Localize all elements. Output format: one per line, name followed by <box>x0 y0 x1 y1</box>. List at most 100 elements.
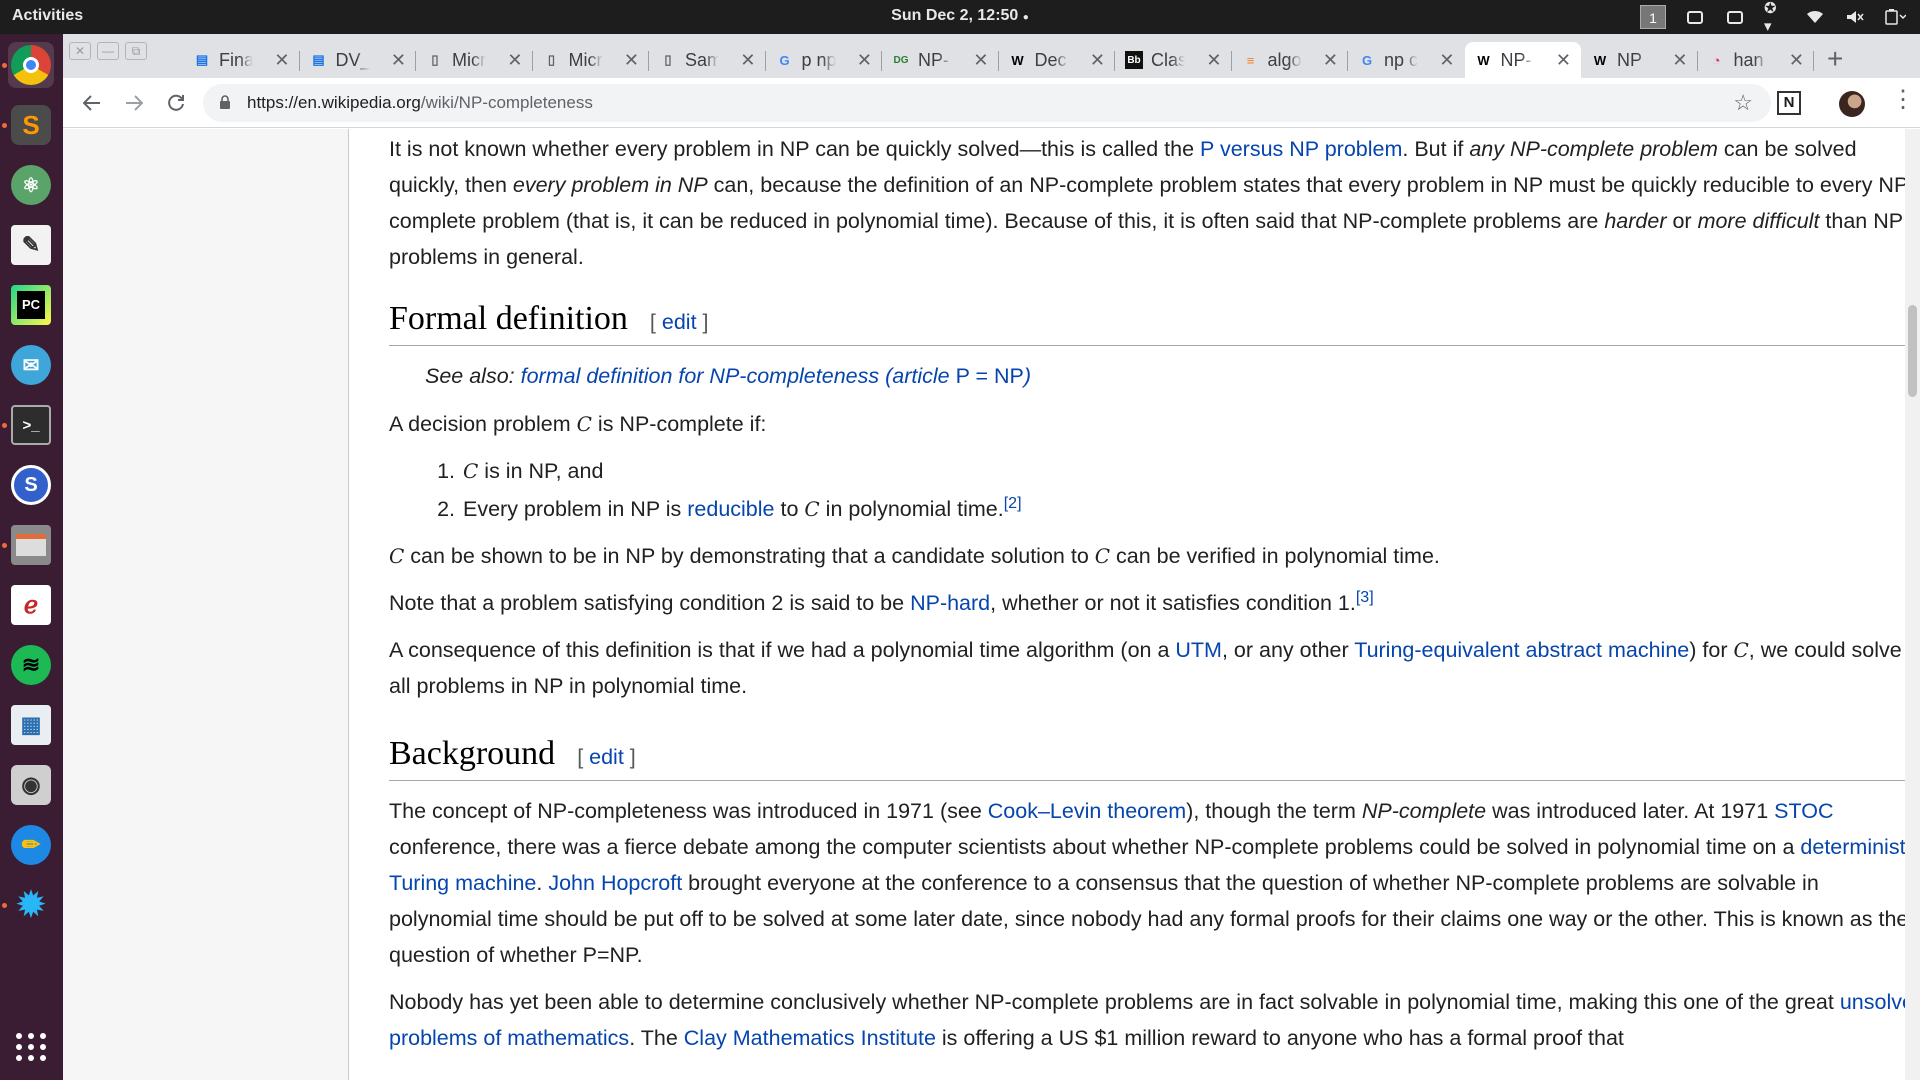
close-tab-icon[interactable]: ✕ <box>391 50 406 71</box>
close-tab-icon[interactable]: ✕ <box>1206 50 1221 71</box>
close-tab-icon[interactable]: ✕ <box>857 50 872 71</box>
doc-favicon-icon: ▯ <box>431 52 439 67</box>
tab-8[interactable]: W Dec ✕ <box>999 42 1115 78</box>
close-tab-icon[interactable]: ✕ <box>1672 50 1687 71</box>
tab-10[interactable]: ≡ algo ✕ <box>1232 42 1348 78</box>
tab-6[interactable]: Gp np ✕ <box>766 42 882 78</box>
drive-icon-2[interactable] <box>1724 7 1746 27</box>
link-clay-institute[interactable]: Clay Mathematics Institute <box>684 1026 936 1050</box>
link-stoc[interactable]: STOC <box>1774 799 1833 823</box>
back-icon[interactable] <box>77 88 107 118</box>
profile-avatar[interactable] <box>1839 91 1865 117</box>
close-tab-icon[interactable]: ✕ <box>1090 50 1105 71</box>
browser-menu-icon[interactable]: ⋮ <box>1891 88 1915 112</box>
close-tab-icon[interactable]: ✕ <box>1556 50 1571 71</box>
drive-icon[interactable] <box>1684 7 1706 27</box>
condition-2: Every problem in NP is reducible to C in… <box>461 491 1920 527</box>
screenshot-icon[interactable]: ◉ <box>8 762 54 808</box>
activities-button[interactable]: Activities <box>12 7 83 25</box>
reference-2[interactable]: [2] <box>1004 495 1022 512</box>
running-indicator <box>2 903 7 908</box>
text-editor-icon[interactable]: ✎ <box>8 222 54 268</box>
address-bar[interactable]: https://en.wikipedia.org/wiki/NP-complet… <box>203 84 1771 122</box>
clock[interactable]: Sun Dec 2, 12:50 <box>891 7 1018 24</box>
simplenote-icon[interactable]: S <box>8 462 54 508</box>
close-tab-icon[interactable]: ✕ <box>507 50 522 71</box>
tab-1[interactable]: ▤ Final ✕ <box>183 42 300 78</box>
forward-icon[interactable] <box>119 88 149 118</box>
close-tab-icon[interactable]: ✕ <box>1789 50 1804 71</box>
link-formal-definition[interactable]: formal definition for NP-completeness (a… <box>521 364 1031 388</box>
accessibility-icon[interactable]: ✪ ▾ <box>1764 0 1786 35</box>
close-tab-icon[interactable]: ✕ <box>1323 50 1338 71</box>
shown-in-np-paragraph: C can be shown to be in NP by demonstrat… <box>389 544 1440 568</box>
tab-7[interactable]: DG NP- ✕ <box>882 42 999 78</box>
tab-13[interactable]: W NP ✕ <box>1581 42 1698 78</box>
workspace-indicator[interactable]: 1 <box>1640 5 1666 29</box>
tab-5[interactable]: ▯ Sam ✕ <box>649 42 766 78</box>
tab-title: NP- <box>1500 49 1532 70</box>
tab-title: p np <box>801 49 836 70</box>
document-viewer-icon[interactable]: ℯ <box>8 582 54 628</box>
tab-title: Micr <box>452 49 486 70</box>
tab-14[interactable]: ◔ han ✕ <box>1698 42 1814 78</box>
article-content: It is not known whether every problem in… <box>389 129 1920 1067</box>
edit-link-background[interactable]: edit <box>589 745 624 769</box>
bookmark-star-icon[interactable]: ☆ <box>1733 90 1753 116</box>
image-viewer-icon[interactable]: ▦ <box>8 702 54 748</box>
lock-icon[interactable] <box>219 95 231 109</box>
close-tab-icon[interactable]: ✕ <box>624 50 639 71</box>
url-text[interactable]: https://en.wikipedia.org/wiki/NP-complet… <box>247 93 593 113</box>
tab-2[interactable]: ▤ DV_ ✕ <box>300 42 416 78</box>
link-np-hard[interactable]: NP-hard <box>910 591 990 615</box>
close-tab-icon[interactable]: ✕ <box>973 50 988 71</box>
tab-3[interactable]: ▯ Micr ✕ <box>416 42 533 78</box>
mail-icon[interactable]: ✉ <box>8 342 54 388</box>
tab-4[interactable]: ▯ Micr ✕ <box>533 42 649 78</box>
spotify-icon[interactable]: ≋ <box>8 642 54 688</box>
tab-11[interactable]: Gnp c ✕ <box>1348 42 1465 78</box>
reload-icon[interactable] <box>161 88 191 118</box>
close-tab-icon[interactable]: ✕ <box>1439 50 1454 71</box>
maximize-window-icon[interactable]: ⧉ <box>125 42 147 60</box>
link-utm[interactable]: UTM <box>1175 638 1222 662</box>
pinta-icon[interactable]: ✏ <box>8 822 54 868</box>
battery-icon[interactable] <box>1884 7 1906 27</box>
close-window-icon[interactable]: ✕ <box>69 42 91 60</box>
volume-icon[interactable] <box>1844 7 1866 27</box>
link-p-versus-np[interactable]: P versus NP problem <box>1200 137 1402 161</box>
running-indicator <box>2 423 7 428</box>
tab-9[interactable]: Bb Clas ✕ <box>1115 42 1232 78</box>
close-tab-icon[interactable]: ✕ <box>740 50 755 71</box>
tab-separator <box>1813 51 1814 71</box>
wifi-icon[interactable] <box>1804 7 1826 27</box>
extension-n-icon[interactable]: N <box>1777 91 1801 115</box>
minimize-window-icon[interactable]: — <box>97 42 119 60</box>
new-tab-button[interactable]: + <box>1827 44 1843 74</box>
scrollbar-thumb[interactable] <box>1908 305 1917 397</box>
link-turing-equivalent[interactable]: Turing-equivalent abstract machine <box>1354 638 1689 662</box>
see-also-hatnote: See also: formal definition for NP-compl… <box>425 364 1032 388</box>
page-scrollbar[interactable] <box>1905 129 1920 1080</box>
close-tab-icon[interactable]: ✕ <box>274 50 289 71</box>
link-cook-levin[interactable]: Cook–Levin theorem <box>988 799 1186 823</box>
terminal-icon[interactable]: >_ <box>8 402 54 448</box>
tab-12[interactable]: W NP- ✕ <box>1464 42 1581 78</box>
pycharm-icon[interactable]: PC <box>8 282 54 328</box>
chrome-icon[interactable] <box>8 42 54 88</box>
link-john-hopcroft[interactable]: John Hopcroft <box>548 871 682 895</box>
link-reducible[interactable]: reducible <box>687 497 774 521</box>
settings-icon[interactable]: ✹ <box>8 882 54 928</box>
show-applications-icon[interactable] <box>8 1024 54 1070</box>
sublime-text-icon[interactable]: S <box>8 102 54 148</box>
web-page: It is not known whether every problem in… <box>63 129 1920 1080</box>
reference-3[interactable]: [3] <box>1356 589 1374 606</box>
files-icon[interactable] <box>8 522 54 568</box>
url-host: https://en.wikipedia.org <box>247 93 421 112</box>
atom-icon[interactable]: ⚛ <box>8 162 54 208</box>
system-tray: 1 ✪ ▾ <box>1640 0 1906 35</box>
edit-link-formal[interactable]: edit <box>662 310 697 334</box>
docs-favicon-icon: ▤ <box>195 52 209 67</box>
notification-dot: ● <box>1022 12 1029 23</box>
misc-favicon-icon: ◔ <box>1712 52 1721 68</box>
